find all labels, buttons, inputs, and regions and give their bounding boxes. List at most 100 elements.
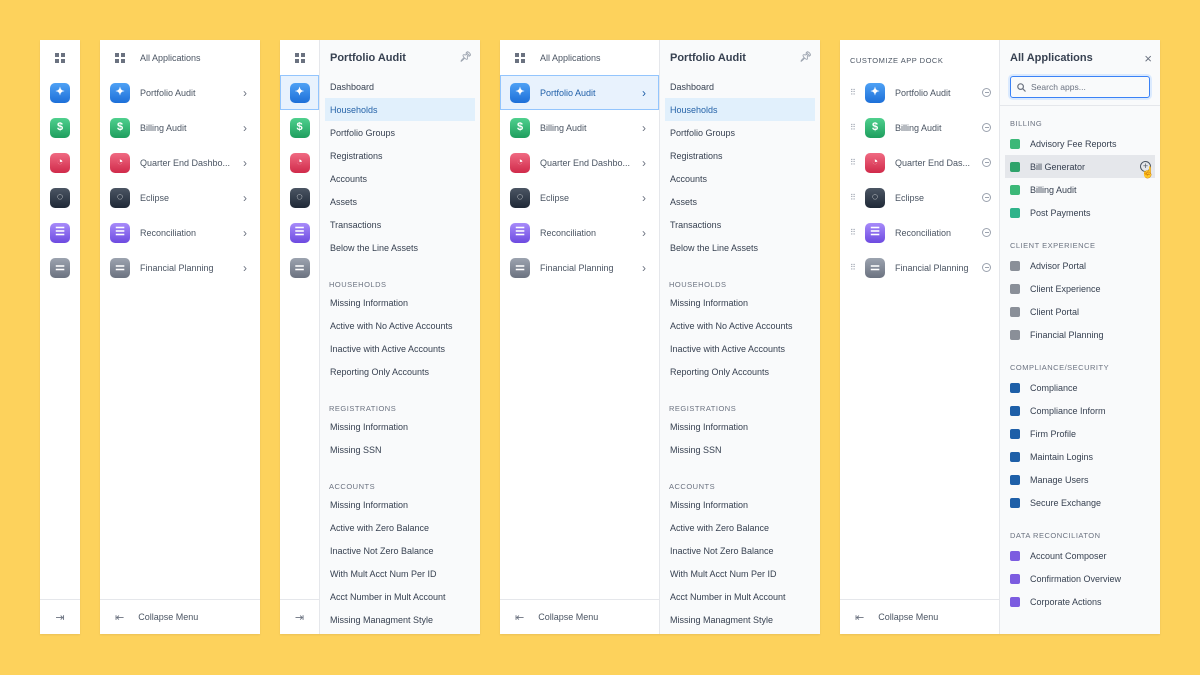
- drag-handle-icon[interactable]: ⠿: [850, 193, 860, 202]
- app-item-billing-audit[interactable]: $ Billing Audit ›: [100, 110, 260, 145]
- submenu-item[interactable]: Acct Number in Mult Account: [660, 585, 820, 608]
- app-item-quarter-end[interactable]: ◔ Quarter End Dashbo... ›: [500, 145, 659, 180]
- dock-item-billing-audit[interactable]: ⠿ $ Billing Audit: [840, 110, 999, 145]
- submenu-item[interactable]: Acct Number in Mult Account: [320, 585, 480, 608]
- catalog-item-billing-audit[interactable]: Billing Audit: [1000, 178, 1160, 201]
- catalog-item-confirmation-overview[interactable]: Confirmation Overview: [1000, 567, 1160, 590]
- submenu-item[interactable]: Assets: [320, 190, 480, 213]
- remove-icon[interactable]: [982, 263, 991, 272]
- close-icon[interactable]: ×: [1144, 51, 1152, 66]
- submenu-item[interactable]: Transactions: [320, 213, 480, 236]
- submenu-item[interactable]: With Mult Acct Num Per ID: [320, 562, 480, 585]
- rail-item-reconciliation[interactable]: ☰: [280, 215, 319, 250]
- submenu-item[interactable]: Missing Information: [320, 291, 480, 314]
- rail-item-billing-audit[interactable]: $: [40, 110, 80, 145]
- app-item-portfolio-audit-selected[interactable]: ✦ Portfolio Audit ›: [500, 75, 659, 110]
- catalog-item-advisory-fee-reports[interactable]: Advisory Fee Reports: [1000, 132, 1160, 155]
- submenu-item[interactable]: Missing Information: [660, 415, 820, 438]
- submenu-item[interactable]: Registrations: [660, 144, 820, 167]
- submenu-item[interactable]: Active with Zero Balance: [660, 516, 820, 539]
- dock-item-portfolio-audit[interactable]: ⠿ ✦ Portfolio Audit: [840, 75, 999, 110]
- submenu-item[interactable]: Missing SSN: [660, 438, 820, 461]
- remove-icon[interactable]: [982, 88, 991, 97]
- submenu-item[interactable]: Accounts: [320, 167, 480, 190]
- submenu-item[interactable]: Inactive with Active Accounts: [320, 337, 480, 360]
- submenu-item[interactable]: Missing Managment Style: [660, 608, 820, 631]
- app-item-financial-planning[interactable]: ⚌ Financial Planning ›: [500, 250, 659, 285]
- submenu-item-active[interactable]: Households: [665, 98, 815, 121]
- submenu-item[interactable]: Missing Information: [660, 493, 820, 516]
- submenu-item[interactable]: Portfolio Groups: [320, 121, 480, 144]
- app-item-eclipse[interactable]: ◌ Eclipse ›: [100, 180, 260, 215]
- drag-handle-icon[interactable]: ⠿: [850, 123, 860, 132]
- rail-item-portfolio-audit[interactable]: ✦: [40, 75, 80, 110]
- rail-item-quarter-end[interactable]: ◔: [280, 145, 319, 180]
- all-apps-button[interactable]: [40, 40, 80, 75]
- all-apps-header[interactable]: All Applications: [100, 40, 260, 75]
- catalog-item-compliance[interactable]: Compliance: [1000, 376, 1160, 399]
- submenu-item[interactable]: Active with No Active Accounts: [320, 314, 480, 337]
- drag-handle-icon[interactable]: ⠿: [850, 158, 860, 167]
- drag-handle-icon[interactable]: ⠿: [850, 228, 860, 237]
- collapse-menu-button[interactable]: ⇤ Collapse Menu: [840, 599, 999, 634]
- collapse-menu-button[interactable]: ⇤ Collapse Menu: [500, 599, 659, 634]
- rail-item-eclipse[interactable]: ◌: [40, 180, 80, 215]
- remove-icon[interactable]: [982, 158, 991, 167]
- submenu-item[interactable]: Assets: [660, 190, 820, 213]
- submenu-item[interactable]: Reporting Only Accounts: [320, 360, 480, 383]
- dock-item-quarter-end[interactable]: ⠿ ◔ Quarter End Das...: [840, 145, 999, 180]
- rail-item-portfolio-audit[interactable]: ✦: [280, 75, 319, 110]
- submenu-item[interactable]: Missing SSN: [320, 438, 480, 461]
- submenu-item[interactable]: Transactions: [660, 213, 820, 236]
- remove-icon[interactable]: [982, 123, 991, 132]
- catalog-item-firm-profile[interactable]: Firm Profile: [1000, 422, 1160, 445]
- drag-handle-icon[interactable]: ⠿: [850, 88, 860, 97]
- rail-item-eclipse[interactable]: ◌: [280, 180, 319, 215]
- all-apps-header[interactable]: All Applications: [500, 40, 659, 75]
- submenu-item[interactable]: Missing Information: [320, 415, 480, 438]
- search-input[interactable]: Search apps...: [1010, 76, 1150, 98]
- submenu-item-active[interactable]: Households: [325, 98, 475, 121]
- catalog-item-corporate-actions[interactable]: Corporate Actions: [1000, 590, 1160, 613]
- drag-handle-icon[interactable]: ⠿: [850, 263, 860, 272]
- submenu-item[interactable]: Below the Line Assets: [660, 236, 820, 259]
- dock-item-financial-planning[interactable]: ⠿ ⚌ Financial Planning: [840, 250, 999, 285]
- catalog-item-financial-planning[interactable]: Financial Planning: [1000, 323, 1160, 346]
- catalog-item-maintain-logins[interactable]: Maintain Logins: [1000, 445, 1160, 468]
- rail-item-quarter-end[interactable]: ◔: [40, 145, 80, 180]
- remove-icon[interactable]: [982, 228, 991, 237]
- submenu-item[interactable]: Portfolio Groups: [660, 121, 820, 144]
- app-item-reconciliation[interactable]: ☰ Reconciliation ›: [100, 215, 260, 250]
- dock-item-reconciliation[interactable]: ⠿ ☰ Reconciliation: [840, 215, 999, 250]
- catalog-item-bill-generator[interactable]: Bill Generator + ☝: [1005, 155, 1155, 179]
- submenu-item[interactable]: Active with Zero Balance: [320, 516, 480, 539]
- pin-icon[interactable]: 📌︎: [459, 52, 472, 63]
- submenu-item[interactable]: Missing Information: [660, 291, 820, 314]
- submenu-item[interactable]: Missing Information: [320, 493, 480, 516]
- app-item-eclipse[interactable]: ◌ Eclipse ›: [500, 180, 659, 215]
- catalog-item-post-payments[interactable]: Post Payments: [1000, 201, 1160, 224]
- catalog-item-secure-exchange[interactable]: Secure Exchange: [1000, 491, 1160, 514]
- rail-item-financial-planning[interactable]: ⚌: [280, 250, 319, 285]
- submenu-item[interactable]: Inactive Not Zero Balance: [320, 539, 480, 562]
- app-item-quarter-end[interactable]: ◔ Quarter End Dashbo... ›: [100, 145, 260, 180]
- submenu-item[interactable]: Reporting Only Accounts: [660, 360, 820, 383]
- submenu-item[interactable]: Accounts: [660, 167, 820, 190]
- submenu-item[interactable]: With Mult Acct Num Per ID: [660, 562, 820, 585]
- all-apps-button[interactable]: [280, 40, 319, 75]
- rail-item-reconciliation[interactable]: ☰: [40, 215, 80, 250]
- submenu-item[interactable]: Below the Line Assets: [320, 236, 480, 259]
- catalog-item-client-portal[interactable]: Client Portal: [1000, 300, 1160, 323]
- submenu-item[interactable]: Dashboard: [660, 75, 820, 98]
- app-item-portfolio-audit[interactable]: ✦ Portfolio Audit ›: [100, 75, 260, 110]
- rail-item-billing-audit[interactable]: $: [280, 110, 319, 145]
- catalog-item-account-composer[interactable]: Account Composer: [1000, 544, 1160, 567]
- submenu-item[interactable]: Active with No Active Accounts: [660, 314, 820, 337]
- catalog-item-compliance-inform[interactable]: Compliance Inform: [1000, 399, 1160, 422]
- remove-icon[interactable]: [982, 193, 991, 202]
- submenu-item[interactable]: Missing Managment Style: [320, 608, 480, 631]
- catalog-item-advisor-portal[interactable]: Advisor Portal: [1000, 254, 1160, 277]
- app-item-financial-planning[interactable]: ⚌ Financial Planning ›: [100, 250, 260, 285]
- expand-menu-button[interactable]: ⇥: [40, 599, 80, 634]
- catalog-item-manage-users[interactable]: Manage Users: [1000, 468, 1160, 491]
